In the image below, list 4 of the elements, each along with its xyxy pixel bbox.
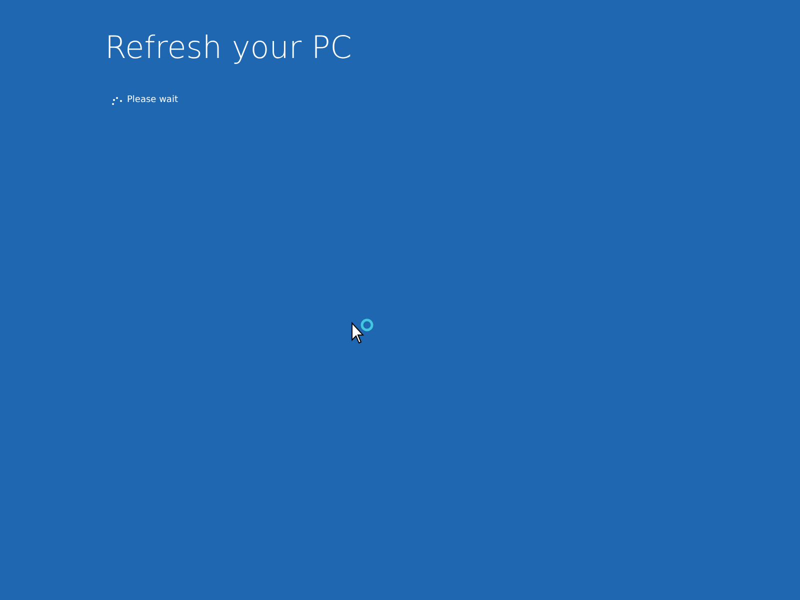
page-title: Refresh your PC [105,29,352,68]
status-text: Please wait [127,94,178,107]
spinner-icon [111,96,123,106]
busy-cursor-icon [350,316,376,344]
